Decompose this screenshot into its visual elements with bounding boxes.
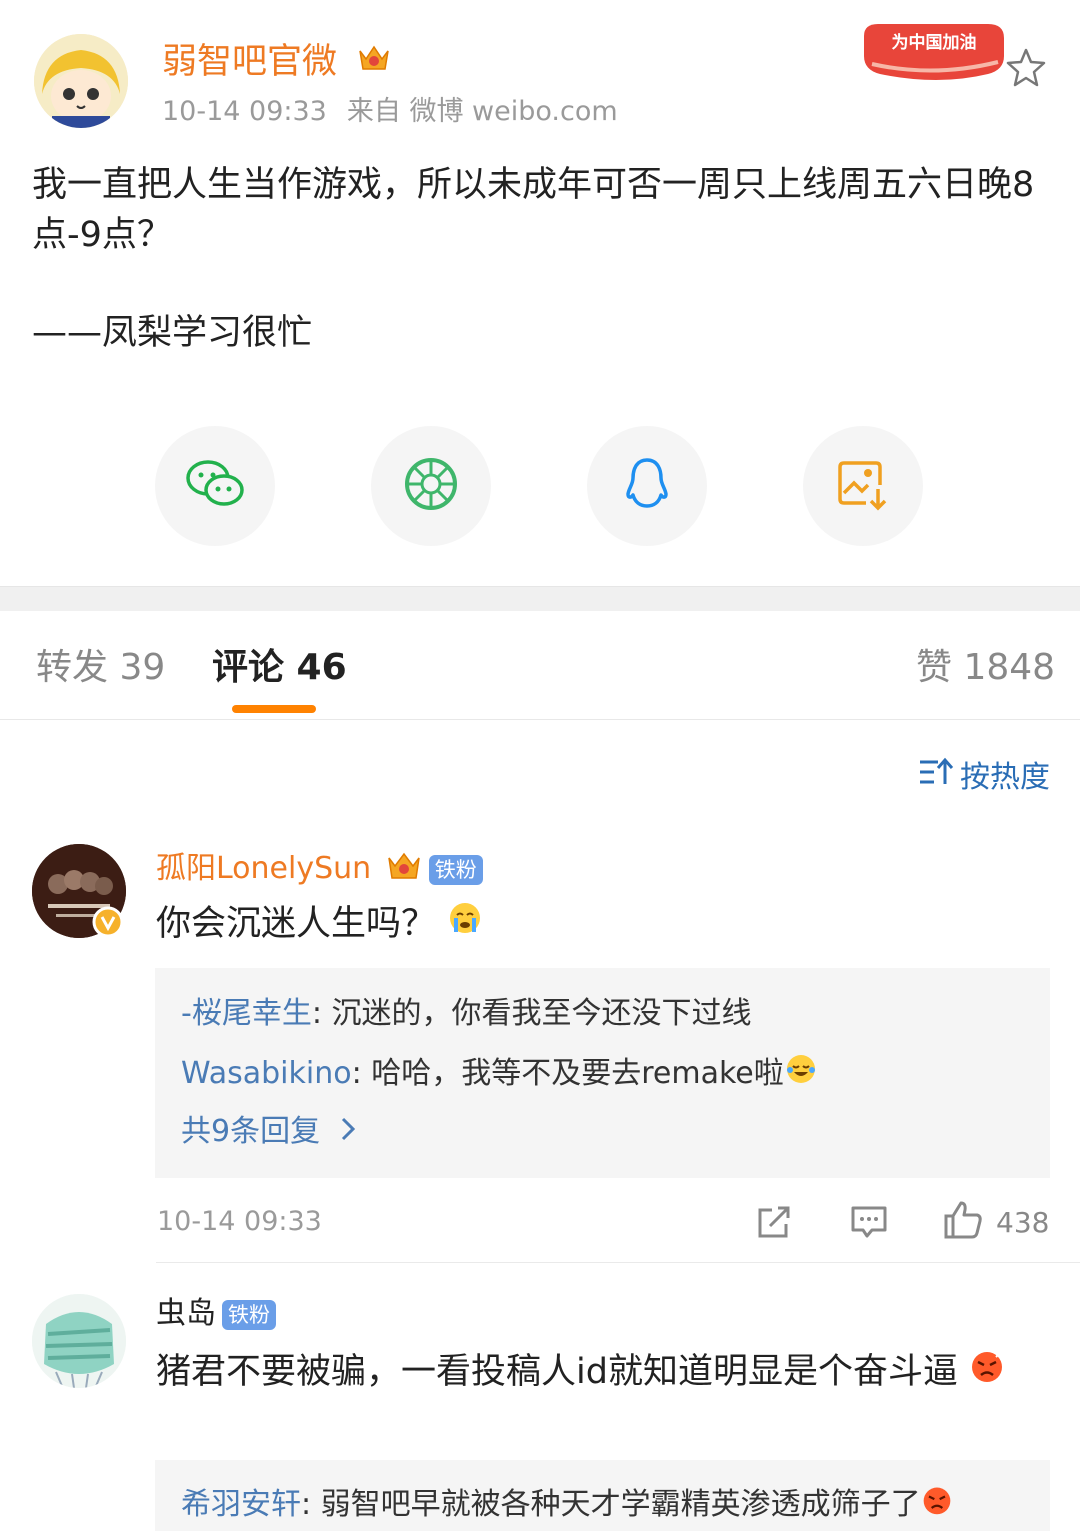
repost-comment-button[interactable] <box>756 1204 792 1244</box>
reply-text: : 弱智吧早就被各种天才学霸精英渗透成筛子了 <box>301 1487 921 1522</box>
post-text: 我一直把人生当作游戏，所以未成年可否一周只上线周五六日晚8点-9点？ <box>32 165 1035 255</box>
commenter-name-text[interactable]: 虫岛 <box>156 1296 216 1331</box>
reply-text: : 沉迷的，你看我至今还没下过线 <box>311 996 752 1031</box>
save-image-icon <box>836 457 890 515</box>
like-count: 438 <box>996 1205 1050 1239</box>
comment-text-content: 你会沉迷人生吗？ <box>156 904 437 944</box>
moments-icon <box>403 456 459 516</box>
commenter-name[interactable]: 孤阳LonelySun 铁粉 <box>156 846 483 893</box>
reply-author[interactable]: -桜尾幸生 <box>181 996 312 1031</box>
thumbs-up-icon <box>942 1200 984 1244</box>
tabs-divider <box>0 719 1080 720</box>
angry-emoji-icon <box>921 1484 953 1527</box>
post-time: 10-14 09:33 <box>162 96 327 127</box>
chevron-right-icon <box>340 1113 356 1153</box>
fan-badge: 铁粉 <box>222 1299 276 1330</box>
reply-author[interactable]: 希羽安轩 <box>181 1487 301 1522</box>
commenter-avatar[interactable] <box>32 1294 126 1388</box>
more-replies-label: 共9条回复 <box>181 1114 321 1149</box>
cry-laugh-emoji-icon <box>784 1052 818 1097</box>
reply-comment-button[interactable] <box>850 1204 888 1244</box>
author-avatar[interactable] <box>34 34 128 128</box>
view-all-replies-link[interactable]: 共9条回复 <box>181 1112 356 1153</box>
tab-like[interactable]: 赞 1848 <box>916 644 1055 692</box>
fan-badge: 铁粉 <box>428 854 483 885</box>
comment-time: 10-14 09:33 <box>157 1206 322 1237</box>
reply-item[interactable]: 希羽安轩: 弱智吧早就被各种天才学霸精英渗透成筛子了 <box>181 1484 953 1527</box>
post-signature: ——凤梨学习很忙 <box>32 313 313 353</box>
vip-crown-icon <box>356 39 392 88</box>
qq-icon <box>622 456 672 516</box>
reply-box[interactable]: 希羽安轩: 弱智吧早就被各种天才学霸精英渗透成筛子了 <box>155 1460 1050 1531</box>
comment-text-content: 猪君不要被骗，一看投稿人id就知道明显是个奋斗逼 <box>156 1352 958 1392</box>
verified-v-icon <box>92 906 124 942</box>
section-divider <box>0 586 1080 611</box>
post-meta: 10-14 09:33 来自 微博 weibo.com <box>162 94 618 130</box>
author-name[interactable]: 弱智吧官微 <box>162 38 392 88</box>
active-tab-indicator <box>232 705 316 713</box>
reply-text: : 哈哈，我等不及要去remake啦 <box>351 1056 784 1091</box>
author-name-text[interactable]: 弱智吧官微 <box>162 42 337 82</box>
sort-icon <box>918 756 954 799</box>
tab-comment[interactable]: 评论 46 <box>212 644 347 692</box>
tab-repost[interactable]: 转发 39 <box>36 644 165 692</box>
crying-emoji-icon <box>447 899 483 951</box>
vip-crown-icon <box>385 846 423 893</box>
reply-item[interactable]: -桜尾幸生: 沉迷的，你看我至今还没下过线 <box>181 994 751 1034</box>
share-wechat-button[interactable] <box>155 426 275 546</box>
reply-box[interactable]: -桜尾幸生: 沉迷的，你看我至今还没下过线 Wasabikino: 哈哈，我等不… <box>155 968 1050 1178</box>
share-arrow-icon <box>756 1204 792 1244</box>
share-qq-button[interactable] <box>587 426 707 546</box>
cheer-china-badge[interactable]: 为中国加油 <box>858 16 1010 84</box>
save-image-button[interactable] <box>803 426 923 546</box>
wechat-icon <box>184 458 246 514</box>
post-source: 来自 微博 weibo.com <box>346 96 618 127</box>
sort-by-hot-button[interactable]: 按热度 <box>918 756 1050 799</box>
like-comment-button[interactable]: 438 <box>942 1200 1049 1244</box>
badge-text: 为中国加油 <box>892 32 977 53</box>
angry-emoji-icon <box>969 1347 1005 1399</box>
post-body: 我一直把人生当作游戏，所以未成年可否一周只上线周五六日晚8点-9点？ ——凤梨学… <box>32 160 1042 358</box>
commenter-name-text[interactable]: 孤阳LonelySun <box>156 851 371 886</box>
comment-text: 你会沉迷人生吗？ <box>156 898 483 951</box>
reply-author[interactable]: Wasabikino <box>181 1056 352 1091</box>
sort-label: 按热度 <box>960 759 1050 795</box>
reply-item[interactable]: Wasabikino: 哈哈，我等不及要去remake啦 <box>181 1052 818 1097</box>
share-moments-button[interactable] <box>371 426 491 546</box>
favorite-star-icon[interactable] <box>1005 46 1047 88</box>
comment-bubble-icon <box>850 1204 888 1244</box>
commenter-name[interactable]: 虫岛 铁粉 <box>156 1294 276 1334</box>
comment-separator <box>156 1262 1080 1263</box>
comment-text: 猪君不要被骗，一看投稿人id就知道明显是个奋斗逼 <box>156 1346 1036 1399</box>
